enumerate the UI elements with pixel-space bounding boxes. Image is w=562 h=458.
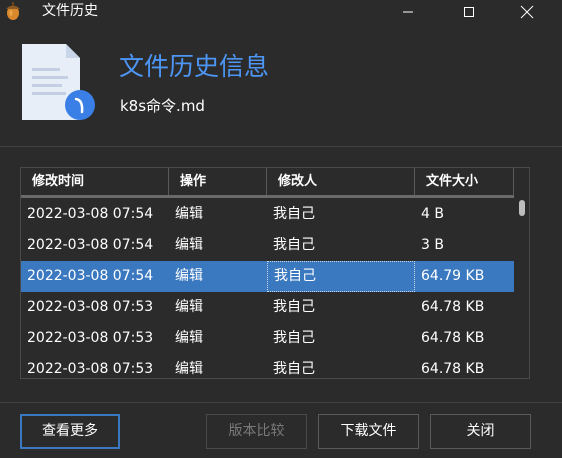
table-row[interactable]: 2022-03-08 07:53 编辑 我自己 64.78 KB: [21, 323, 514, 354]
header-divider: [0, 146, 562, 147]
table-row[interactable]: 2022-03-08 07:53 编辑 我自己 64.78 KB: [21, 354, 514, 378]
cell-time: 2022-03-08 07:54: [27, 237, 154, 253]
scrollbar-thumb[interactable]: [519, 200, 525, 216]
table-row[interactable]: 2022-03-08 07:54 编辑 我自己 4 B: [21, 199, 514, 230]
cell-action: 编辑: [175, 361, 203, 377]
column-header-time[interactable]: 修改时间: [21, 168, 169, 196]
maximize-button[interactable]: [446, 0, 492, 24]
cell-action: 编辑: [175, 206, 203, 222]
cell-user: 我自己: [273, 206, 315, 222]
cell-user: 我自己: [267, 261, 415, 292]
document-clock-icon: [20, 42, 98, 122]
history-table: 修改时间 操作 修改人 文件大小 2022-03-08 07:54 编辑 我自己…: [20, 167, 530, 379]
cell-size: 64.78 KB: [421, 330, 485, 346]
minimize-button[interactable]: [385, 0, 431, 24]
cell-user: 我自己: [273, 299, 315, 315]
cell-size: 64.78 KB: [421, 361, 485, 377]
file-name: k8s命令.md: [120, 97, 205, 115]
table-header: 修改时间 操作 修改人 文件大小: [21, 168, 514, 198]
column-header-action[interactable]: 操作: [169, 168, 267, 196]
header-divider-line: [21, 195, 514, 198]
column-header-user[interactable]: 修改人: [267, 168, 415, 196]
title-bar: 文件历史: [0, 0, 562, 24]
table-scrollbar[interactable]: [514, 168, 529, 378]
close-window-button[interactable]: [504, 0, 550, 24]
cell-user: 我自己: [273, 361, 315, 377]
cell-size: 4 B: [421, 206, 444, 222]
cell-action: 编辑: [175, 299, 203, 315]
compare-versions-button[interactable]: 版本比较: [206, 414, 307, 449]
cell-action: 编辑: [175, 268, 203, 284]
cell-size: 64.78 KB: [421, 299, 485, 315]
close-button[interactable]: 关闭: [430, 414, 531, 449]
cell-time: 2022-03-08 07:53: [27, 299, 154, 315]
cell-action: 编辑: [175, 330, 203, 346]
acorn-icon: [2, 0, 24, 22]
table-row[interactable]: 2022-03-08 07:53 编辑 我自己 64.78 KB: [21, 292, 514, 323]
window-title: 文件历史: [42, 3, 98, 19]
column-header-size[interactable]: 文件大小: [415, 168, 514, 196]
cell-size: 64.79 KB: [421, 268, 485, 284]
cell-action: 编辑: [175, 237, 203, 253]
page-title: 文件历史信息: [119, 52, 270, 81]
table-row-selected[interactable]: 2022-03-08 07:54 编辑 我自己 64.79 KB: [21, 261, 514, 292]
cell-time: 2022-03-08 07:53: [27, 330, 154, 346]
cell-time: 2022-03-08 07:54: [27, 206, 154, 222]
download-file-button[interactable]: 下载文件: [318, 414, 419, 449]
file-history-window: 文件历史 文件历史信息 k8s命令.md 修改时间 操作 修改人 文件大小 20…: [0, 0, 562, 458]
cell-size: 3 B: [421, 237, 444, 253]
cell-time: 2022-03-08 07:54: [27, 268, 154, 284]
view-more-button[interactable]: 查看更多: [20, 414, 120, 449]
footer-divider: [0, 402, 562, 403]
cell-time: 2022-03-08 07:53: [27, 361, 154, 377]
table-row[interactable]: 2022-03-08 07:54 编辑 我自己 3 B: [21, 230, 514, 261]
cell-user: 我自己: [273, 237, 315, 253]
cell-user: 我自己: [273, 330, 315, 346]
